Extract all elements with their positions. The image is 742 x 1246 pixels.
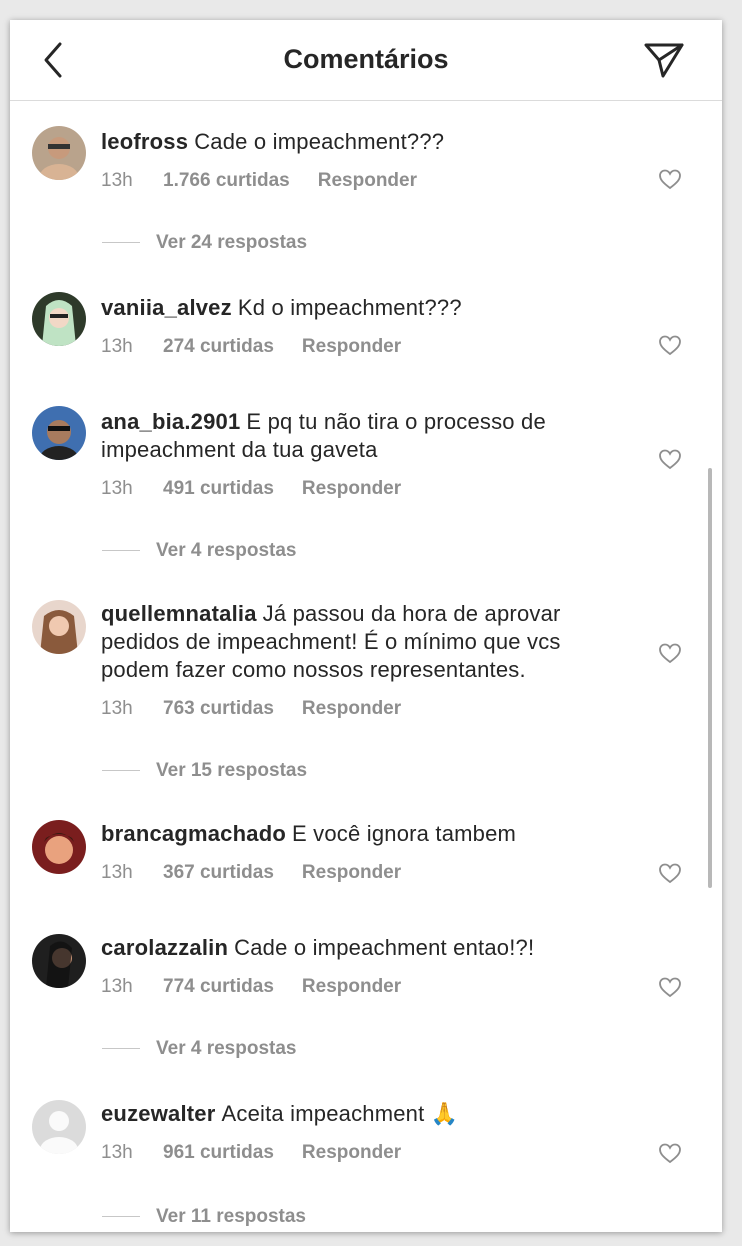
heart-icon[interactable]: [658, 334, 682, 356]
view-replies-label: Ver 4 respostas: [156, 540, 297, 561]
view-replies-label: Ver 24 respostas: [156, 232, 308, 253]
comment-body: Aceita impeachment 🙏: [221, 1101, 459, 1126]
heart-icon[interactable]: [658, 1142, 682, 1164]
avatar[interactable]: [32, 820, 86, 874]
comment-text: euzewalter Aceita impeachment 🙏: [101, 1100, 621, 1128]
view-replies-button[interactable]: Ver 4 respostas: [102, 1038, 296, 1060]
comment-meta: 13h 961 curtidas Responder: [101, 1142, 401, 1164]
comment-time: 13h: [101, 1142, 133, 1163]
heart-icon[interactable]: [658, 976, 682, 998]
comment-time: 13h: [101, 698, 133, 719]
comments-screen: Comentários leofross Cade o impeachment??…: [10, 20, 722, 1232]
comment-meta: 13h 763 curtidas Responder: [101, 698, 401, 720]
scrollbar[interactable]: [708, 468, 712, 888]
comment-meta: 13h 1.766 curtidas Responder: [101, 170, 417, 192]
comment-text: ana_bia.2901 E pq tu não tira o processo …: [101, 408, 621, 464]
avatar[interactable]: [32, 600, 86, 654]
heart-icon[interactable]: [658, 448, 682, 470]
header: Comentários: [10, 20, 722, 101]
reply-button[interactable]: Responder: [302, 862, 401, 884]
reply-button[interactable]: Responder: [302, 478, 401, 500]
view-replies-label: Ver 11 respostas: [156, 1206, 306, 1227]
comment-likes[interactable]: 491 curtidas: [163, 478, 274, 500]
comment-username[interactable]: leofross: [101, 129, 188, 154]
replies-divider: [102, 1048, 140, 1050]
comment-likes[interactable]: 367 curtidas: [163, 862, 274, 884]
replies-divider: [102, 1216, 140, 1218]
replies-divider: [102, 550, 140, 552]
comment-username[interactable]: euzewalter: [101, 1101, 216, 1126]
reply-button[interactable]: Responder: [302, 1142, 401, 1164]
view-replies-label: Ver 15 respostas: [156, 760, 308, 781]
replies-divider: [102, 242, 140, 244]
avatar[interactable]: [32, 126, 86, 180]
comment-time: 13h: [101, 976, 133, 997]
comment-body: Kd o impeachment???: [237, 295, 462, 320]
comment-text: leofross Cade o impeachment???: [101, 128, 621, 156]
avatar[interactable]: [32, 406, 86, 460]
comment-text: brancagmachado E você ignora tambem: [101, 820, 621, 848]
comment-username[interactable]: brancagmachado: [101, 821, 286, 846]
view-replies-label: Ver 4 respostas: [156, 1038, 297, 1059]
comment-time: 13h: [101, 478, 133, 499]
heart-icon[interactable]: [658, 862, 682, 884]
comment-body: E você ignora tambem: [291, 821, 517, 846]
comment-meta: 13h 274 curtidas Responder: [101, 336, 401, 358]
heart-icon[interactable]: [658, 642, 682, 664]
view-replies-button[interactable]: Ver 4 respostas: [102, 540, 296, 562]
comment-likes[interactable]: 763 curtidas: [163, 698, 274, 720]
reply-button[interactable]: Responder: [302, 698, 401, 720]
comment-username[interactable]: vaniia_alvez: [101, 295, 232, 320]
comment-text: quellemnatalia Já passou da hora de aprov…: [101, 600, 621, 684]
comment-username[interactable]: quellemnatalia: [101, 601, 257, 626]
comment-likes[interactable]: 961 curtidas: [163, 1142, 274, 1164]
comment-body: Cade o impeachment???: [194, 129, 445, 154]
comment-username[interactable]: carolazzalin: [101, 935, 228, 960]
replies-divider: [102, 770, 140, 772]
comment-text: vaniia_alvez Kd o impeachment???: [101, 294, 621, 322]
paper-plane-icon: [644, 43, 684, 78]
reply-button[interactable]: Responder: [318, 170, 417, 192]
page-title: Comentários: [283, 44, 449, 74]
share-button[interactable]: [642, 40, 686, 80]
comment-likes[interactable]: 774 curtidas: [163, 976, 274, 998]
comment-time: 13h: [101, 170, 133, 191]
comment-meta: 13h 774 curtidas Responder: [101, 976, 401, 998]
comment-username[interactable]: ana_bia.2901: [101, 409, 240, 434]
reply-button[interactable]: Responder: [302, 336, 401, 358]
comment-text: carolazzalin Cade o impeachment entao!?!: [101, 934, 621, 962]
view-replies-button[interactable]: Ver 11 respostas: [102, 1206, 306, 1228]
heart-icon[interactable]: [658, 168, 682, 190]
comment-meta: 13h 491 curtidas Responder: [101, 478, 401, 500]
avatar[interactable]: [32, 292, 86, 346]
comment-body: Cade o impeachment entao!?!: [234, 935, 535, 960]
reply-button[interactable]: Responder: [302, 976, 401, 998]
view-replies-button[interactable]: Ver 15 respostas: [102, 760, 307, 782]
view-replies-button[interactable]: Ver 24 respostas: [102, 232, 307, 254]
comment-likes[interactable]: 1.766 curtidas: [163, 170, 290, 192]
comment-likes[interactable]: 274 curtidas: [163, 336, 274, 358]
comment-time: 13h: [101, 336, 133, 357]
avatar[interactable]: [32, 1100, 86, 1154]
default-avatar-icon: [32, 1100, 86, 1154]
comment-time: 13h: [101, 862, 133, 883]
avatar[interactable]: [32, 934, 86, 988]
comment-meta: 13h 367 curtidas Responder: [101, 862, 401, 884]
